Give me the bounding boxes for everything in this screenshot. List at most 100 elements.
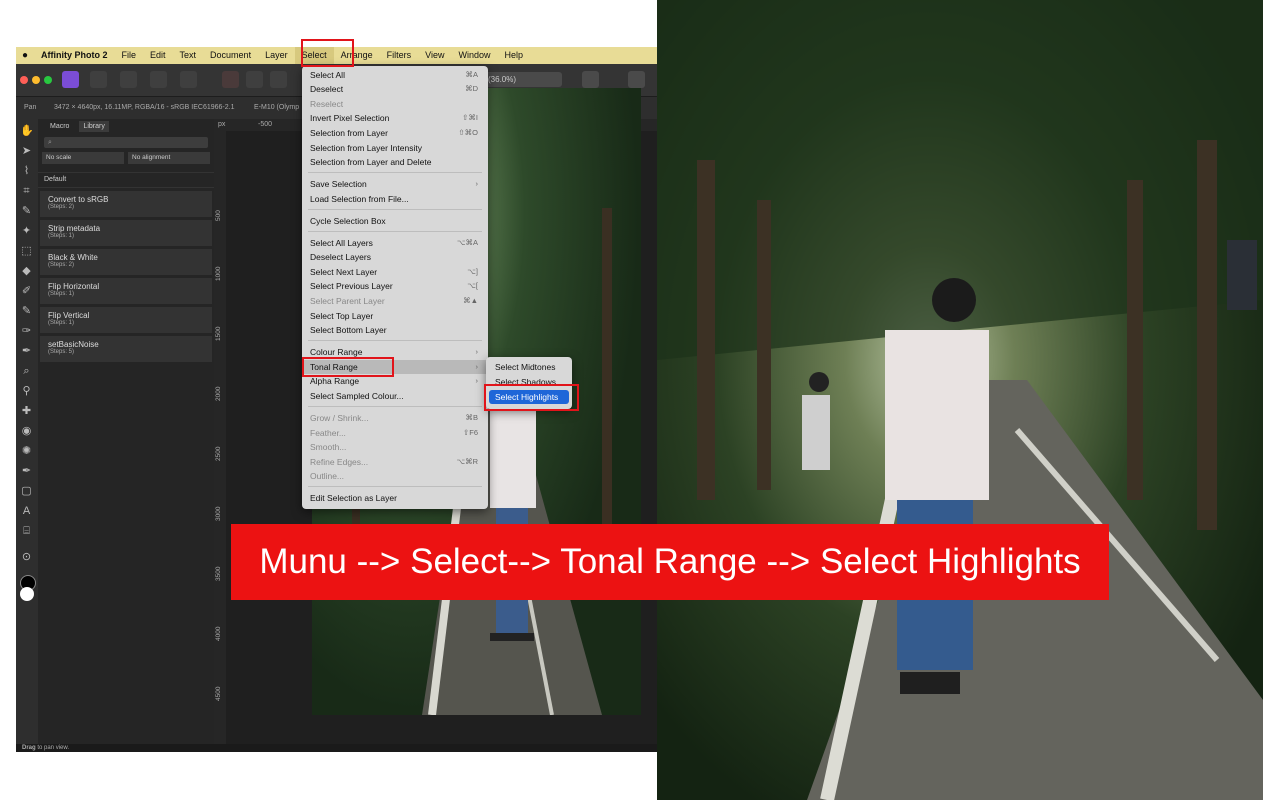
color-picker-icon[interactable]: ⌇ xyxy=(20,165,33,178)
color-wheel-icon[interactable] xyxy=(270,71,287,88)
flood-fill-icon[interactable]: ◆ xyxy=(20,265,33,278)
menu-item-selection-from-layer-intensity[interactable]: Selection from Layer Intensity xyxy=(302,141,488,155)
erase-tool-icon[interactable]: ✒ xyxy=(20,345,33,358)
menu-item-selection-from-layer-and-delete[interactable]: Selection from Layer and Delete xyxy=(302,155,488,169)
ruler-label: 1000 xyxy=(215,266,222,281)
menu-item-load-selection[interactable]: Load Selection from File... xyxy=(302,192,488,206)
menu-app-name[interactable]: Affinity Photo 2 xyxy=(34,47,115,64)
secondary-color-swatch[interactable] xyxy=(20,587,34,601)
shape-tool-icon[interactable]: ▢ xyxy=(20,485,33,498)
menu-item-select-sampled-colour[interactable]: Select Sampled Colour... xyxy=(302,389,488,403)
menu-item-select-parent-layer[interactable]: Select Parent Layer ⌘▲ xyxy=(302,294,488,308)
brush-tool-icon[interactable]: ✐ xyxy=(20,285,33,298)
macro-item[interactable]: Strip metadata (Steps: 1) xyxy=(40,220,212,246)
liquify-persona-icon[interactable] xyxy=(90,71,107,88)
menu-item-edit-selection-as-layer[interactable]: Edit Selection as Layer xyxy=(302,491,488,505)
blemish-tool-icon[interactable]: ✺ xyxy=(20,445,33,458)
menu-item-deselect[interactable]: Deselect ⌘D xyxy=(302,82,488,96)
menu-text[interactable]: Text xyxy=(173,47,204,64)
menu-item-select-all[interactable]: Select All ⌘A xyxy=(302,68,488,82)
menu-edit[interactable]: Edit xyxy=(143,47,173,64)
menu-item-label: Smooth... xyxy=(310,442,347,452)
menu-file[interactable]: File xyxy=(115,47,144,64)
menu-item-select-previous-layer[interactable]: Select Previous Layer ⌥[ xyxy=(302,279,488,293)
status-bar: Drag to pan view. xyxy=(16,744,657,752)
macro-steps: (Steps: 2) xyxy=(48,262,75,268)
menu-window[interactable]: Window xyxy=(452,47,498,64)
minimize-window-button[interactable] xyxy=(32,76,40,84)
tab-macro[interactable]: Macro xyxy=(50,123,69,130)
clone-tool-icon[interactable]: ⚲ xyxy=(20,385,33,398)
healing-tool-icon[interactable]: ✚ xyxy=(20,405,33,418)
macro-name: Black & White xyxy=(48,253,98,262)
menu-item-label: Deselect Layers xyxy=(310,252,371,262)
menu-item-invert-pixel-selection[interactable]: Invert Pixel Selection ⇧⌘I xyxy=(302,111,488,125)
paint-brush-icon[interactable]: ✎ xyxy=(20,305,33,318)
menu-item-label: Select Next Layer xyxy=(310,267,378,277)
menu-item-save-selection[interactable]: Save Selection › xyxy=(302,177,488,191)
menu-item-select-all-layers[interactable]: Select All Layers ⌥⌘A xyxy=(302,236,488,250)
macro-steps: (Steps: 1) xyxy=(48,320,75,326)
status-hint-bold: Drag xyxy=(22,745,36,751)
view-tool-icon[interactable]: ✋ xyxy=(20,125,34,138)
quick-mask-icon[interactable] xyxy=(582,71,599,88)
macro-category-default[interactable]: Default xyxy=(38,172,214,188)
dodge-tool-icon[interactable]: ✑ xyxy=(20,325,33,338)
alignment-dropdown[interactable]: No alignment xyxy=(128,152,210,164)
histogram-icon[interactable] xyxy=(222,71,239,88)
macro-item[interactable]: Flip Horizontal (Steps: 1) xyxy=(40,278,212,304)
close-window-button[interactable] xyxy=(20,76,28,84)
menu-item-outline[interactable]: Outline... xyxy=(302,469,488,483)
menu-filters[interactable]: Filters xyxy=(380,47,419,64)
tab-library[interactable]: Library xyxy=(79,120,109,132)
macro-item[interactable]: Black & White (Steps: 2) xyxy=(40,249,212,275)
red-eye-tool-icon[interactable]: ◉ xyxy=(20,425,33,438)
menu-item-smooth[interactable]: Smooth... xyxy=(302,440,488,454)
selection-brush-icon[interactable]: ✎ xyxy=(20,205,33,218)
pen-tool-icon[interactable]: ✒ xyxy=(20,465,33,478)
zoom-tool-icon[interactable]: ⌕ xyxy=(20,365,33,378)
apple-icon[interactable]: ● xyxy=(16,50,34,61)
menu-document[interactable]: Document xyxy=(203,47,258,64)
menu-item-select-midtones[interactable]: Select Midtones xyxy=(489,360,569,374)
ruler-label: 4000 xyxy=(215,626,222,641)
menu-help[interactable]: Help xyxy=(498,47,531,64)
crop-tool-icon[interactable]: ⌗ xyxy=(20,185,33,198)
flood-select-icon[interactable]: ✦ xyxy=(20,225,33,238)
menu-item-cycle-selection-box[interactable]: Cycle Selection Box xyxy=(302,214,488,228)
menu-item-select-bottom-layer[interactable]: Select Bottom Layer xyxy=(302,323,488,337)
macro-item[interactable]: Convert to sRGB (Steps: 2) xyxy=(40,191,212,217)
photo-persona-icon[interactable] xyxy=(62,71,79,88)
menu-item-select-top-layer[interactable]: Select Top Layer xyxy=(302,309,488,323)
eyedropper-icon[interactable]: ⊙ xyxy=(20,551,33,564)
arrange-icon[interactable] xyxy=(628,71,645,88)
marquee-tool-icon[interactable]: ⬚ xyxy=(20,245,33,258)
menu-item-selection-from-layer[interactable]: Selection from Layer ⇧⌘O xyxy=(302,126,488,140)
export-persona-icon[interactable] xyxy=(180,71,197,88)
camera-info: E-M10 (Olymp xyxy=(254,104,300,111)
menu-item-shortcut: ⇧⌘I xyxy=(462,113,478,122)
macro-name: setBasicNoise xyxy=(48,340,99,349)
library-search-input[interactable]: ⌕ xyxy=(44,137,208,148)
menu-item-deselect-layers[interactable]: Deselect Layers xyxy=(302,250,488,264)
menu-view[interactable]: View xyxy=(418,47,451,64)
menu-layer[interactable]: Layer xyxy=(258,47,295,64)
menu-item-label: Select Top Layer xyxy=(310,311,374,321)
zoom-field[interactable]: (36.0%) xyxy=(484,72,562,87)
scale-dropdown[interactable]: No scale xyxy=(42,152,124,164)
text-tool-icon[interactable]: A xyxy=(20,505,33,518)
mesh-tool-icon[interactable]: ⌸ xyxy=(20,525,33,538)
develop-persona-icon[interactable] xyxy=(120,71,137,88)
macro-item[interactable]: setBasicNoise (Steps: 5) xyxy=(40,336,212,362)
menu-item-refine-edges[interactable]: Refine Edges... ⌥⌘R xyxy=(302,455,488,469)
tone-map-persona-icon[interactable] xyxy=(150,71,167,88)
macro-item[interactable]: Flip Vertical (Steps: 1) xyxy=(40,307,212,333)
auto-levels-icon[interactable] xyxy=(246,71,263,88)
menu-item-grow-shrink[interactable]: Grow / Shrink... ⌘B xyxy=(302,411,488,425)
zoom-window-button[interactable] xyxy=(44,76,52,84)
move-tool-icon[interactable]: ➤ xyxy=(20,145,33,158)
tool-mode-label: Pan xyxy=(24,104,37,111)
menu-item-feather[interactable]: Feather... ⇧F6 xyxy=(302,426,488,440)
menu-item-reselect[interactable]: Reselect xyxy=(302,97,488,111)
menu-item-select-next-layer[interactable]: Select Next Layer ⌥] xyxy=(302,265,488,279)
